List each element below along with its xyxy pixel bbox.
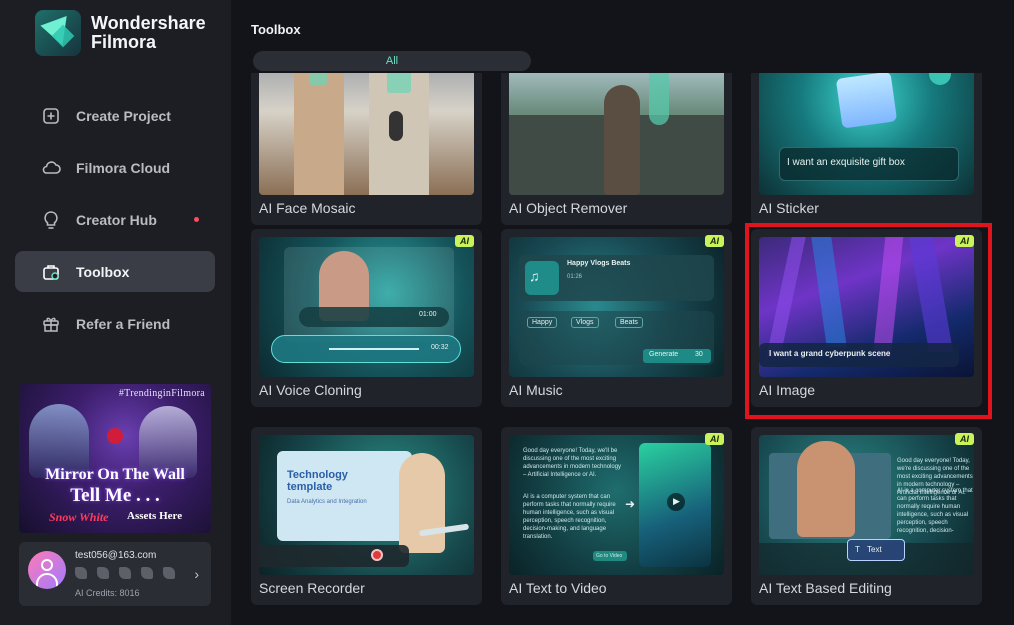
music-note-icon: ♫ [529,268,540,284]
text-chip-icon: T [855,545,860,554]
sidebar-item-label: Toolbox [76,263,130,280]
badge-icon [141,567,153,579]
sidebar-nav: Create Project Filmora Cloud Creator Hub [15,95,215,355]
t2v-paragraph-2: AI is a computer system that can perform… [523,494,616,540]
template-heading: Technology template [287,469,348,493]
tool-thumbnail: Good day everyone! Today, we'll be discu… [509,435,724,575]
voice-time-1: 01:00 [419,311,437,318]
tool-thumbnail [509,73,724,195]
tool-caption: AI Text to Video [509,580,607,596]
tool-caption: AI Face Mosaic [259,200,356,216]
t2v-button: Go to Video [596,553,623,559]
song-time: 01:26 [567,274,583,280]
filter-tab-all[interactable]: All [253,51,531,71]
ai-badge: AI [955,433,974,445]
promo-headline: Tell Me . . . [70,485,160,506]
generate-label: Generate [649,351,679,358]
gift-icon [41,314,61,334]
page-title: Toolbox [251,22,301,37]
tool-card-ai-face-mosaic[interactable]: AI Face Mosaic [251,73,482,225]
filmora-app: Wondershare Filmora Create Project Filmo… [0,0,1014,625]
tool-card-ai-music[interactable]: ♫ Happy Vlogs Beats 01:26 Happy Vlogs Be… [501,229,732,407]
tool-card-ai-sticker[interactable]: I want an exquisite gift box AI Sticker [751,73,982,225]
tool-thumbnail: I want an exquisite gift box [759,73,974,195]
template-sub: Data Analytics and Integration [287,499,367,505]
notification-dot [194,217,199,222]
tool-card-ai-text-to-video[interactable]: Good day everyone! Today, we'll be discu… [501,427,732,605]
badge-icon [163,567,175,579]
sidebar-item-refer-a-friend[interactable]: Refer a Friend [15,303,215,344]
sidebar-item-toolbox[interactable]: Toolbox [15,251,215,292]
promo-banner[interactable]: #TrendinginFilmora Mirror On The Wall Te… [19,384,211,533]
badge-icon [119,567,131,579]
music-tag: Vlogs [571,317,599,328]
promo-headline: Mirror On The Wall [45,466,185,483]
ai-badge: AI [705,235,724,247]
badge-icon [75,567,87,579]
tool-caption: AI Object Remover [509,200,628,216]
tool-caption: Screen Recorder [259,580,365,596]
sidebar-item-filmora-cloud[interactable]: Filmora Cloud [15,147,215,188]
tool-caption: AI Music [509,382,563,398]
promo-hashtag: #TrendinginFilmora [118,388,205,399]
tool-caption: AI Voice Cloning [259,382,362,398]
avatar [28,551,66,589]
play-icon: ▶ [673,496,680,506]
tool-card-ai-object-remover[interactable]: AI Object Remover [501,73,732,225]
t2v-paragraph-1: Good day everyone! Today, we'll be discu… [523,448,622,478]
sidebar-item-label: Creator Hub [76,211,157,228]
achievement-badges [75,567,185,579]
apple-icon [107,428,123,444]
music-tag: Beats [615,317,643,328]
plus-square-icon [41,106,61,126]
sidebar-item-creator-hub[interactable]: Creator Hub [15,199,215,240]
tool-caption: AI Text Based Editing [759,580,892,596]
tool-card-ai-text-based-editing[interactable]: Good day everyone! Today, we're discussi… [751,427,982,605]
arrow-right-icon: ➜ [625,497,636,511]
sidebar-item-create-project[interactable]: Create Project [15,95,215,136]
tool-thumbnail: Good day everyone! Today, we're discussi… [759,435,974,575]
sidebar-item-label: Filmora Cloud [76,159,171,176]
filmora-logo-icon [35,10,81,56]
song-title: Happy Vlogs Beats [567,260,631,267]
toolbox-icon [41,262,61,282]
chevron-right-icon[interactable]: › [194,566,199,582]
sticker-prompt: I want an exquisite gift box [787,157,905,168]
tool-thumbnail [259,73,474,195]
tool-card-ai-voice-cloning[interactable]: 01:00 00:32 AI AI Voice Cloning [251,229,482,407]
tool-thumbnail: 01:00 00:32 [259,237,474,377]
brand-name: Wondershare Filmora [91,13,206,52]
promo-subline: Assets Here [127,510,183,522]
promo-subline: Snow White [49,510,109,524]
music-tag: Happy [527,317,558,328]
brand[interactable]: Wondershare Filmora [35,10,211,56]
account-email: test056@163.com [75,550,157,561]
voice-time-2: 00:32 [431,344,449,351]
text-chip-label: Text [867,545,882,554]
generate-count: 30 [695,351,703,358]
tool-thumbnail: ♫ Happy Vlogs Beats 01:26 Happy Vlogs Be… [509,237,724,377]
ai-credits: AI Credits: 8016 [75,588,140,598]
sidebar-item-label: Refer a Friend [76,315,171,332]
lightbulb-icon [41,210,61,230]
selection-highlight [745,223,992,419]
sidebar: Wondershare Filmora Create Project Filmo… [0,0,231,625]
tool-thumbnail: Technology template Data Analytics and I… [259,435,474,575]
sidebar-item-label: Create Project [76,107,171,124]
tbe-paragraph-2: AI is a computer system that can perform… [897,488,973,534]
cloud-icon [41,158,61,178]
ai-badge: AI [705,433,724,445]
tool-card-screen-recorder[interactable]: Technology template Data Analytics and I… [251,427,482,605]
badge-icon [97,567,109,579]
account-panel[interactable]: test056@163.com AI Credits: 8016 › [19,542,211,606]
ai-badge: AI [455,235,474,247]
tool-caption: AI Sticker [759,200,819,216]
